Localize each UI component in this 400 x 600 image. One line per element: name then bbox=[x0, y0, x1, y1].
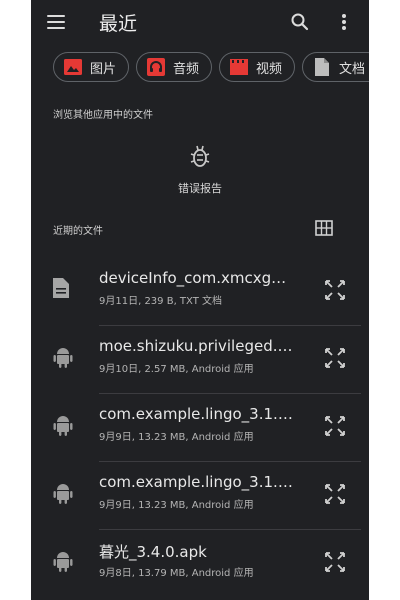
file-type-chips: 图片 音频 视频 文档 bbox=[31, 52, 369, 84]
grid-view-icon[interactable] bbox=[315, 220, 333, 236]
chip-label: 音频 bbox=[173, 61, 200, 77]
file-row[interactable]: com.example.lingo_3.1.8-... 9月9日, 13.23 … bbox=[31, 394, 369, 462]
file-row[interactable]: 暮光_3.4.0.apk 9月8日, 13.79 MB, Android 应用 bbox=[31, 530, 369, 598]
chip-label: 文档 bbox=[339, 61, 366, 77]
chip-audio[interactable]: 音频 bbox=[136, 52, 212, 82]
file-meta: 9月9日, 13.23 MB, Android 应用 bbox=[99, 500, 254, 511]
image-icon bbox=[64, 58, 82, 76]
file-name: deviceInfo_com.xmcxgn.zl... bbox=[99, 269, 295, 287]
expand-preview-icon[interactable] bbox=[323, 346, 347, 370]
search-icon[interactable] bbox=[289, 11, 311, 33]
bug-report-label: 错误报告 bbox=[178, 182, 222, 195]
file-row[interactable]: deviceInfo_com.xmcxgn.zl... 9月11日, 239 B… bbox=[31, 258, 369, 326]
audio-icon bbox=[147, 58, 165, 76]
chip-documents[interactable]: 文档 bbox=[302, 52, 369, 82]
files-app-screen: 最近 图片 音频 视频 文档 浏览其他应用中的文件 错误报告 近期的文件 dev… bbox=[31, 0, 369, 600]
file-name: com.example.lingo_3.1.8-... bbox=[99, 405, 295, 423]
app-bar: 最近 bbox=[31, 0, 369, 44]
document-icon bbox=[313, 58, 331, 76]
file-meta: 9月9日, 13.23 MB, Android 应用 bbox=[99, 432, 254, 443]
expand-preview-icon[interactable] bbox=[323, 414, 347, 438]
video-icon bbox=[230, 58, 248, 76]
chip-label: 视频 bbox=[256, 61, 283, 77]
file-row[interactable]: moe.shizuku.privileged.api... 9月10日, 2.5… bbox=[31, 326, 369, 394]
file-row[interactable]: com.example.lingo_3.1.8.... 9月9日, 13.23 … bbox=[31, 462, 369, 530]
page-title: 最近 bbox=[99, 13, 138, 35]
chip-videos[interactable]: 视频 bbox=[219, 52, 295, 82]
text-file-icon bbox=[53, 278, 73, 300]
android-icon bbox=[53, 482, 73, 504]
file-meta: 9月10日, 2.57 MB, Android 应用 bbox=[99, 364, 254, 375]
expand-preview-icon[interactable] bbox=[323, 550, 347, 574]
expand-preview-icon[interactable] bbox=[323, 482, 347, 506]
bug-report-icon bbox=[189, 144, 211, 168]
android-icon bbox=[53, 414, 73, 436]
android-icon bbox=[53, 346, 73, 368]
bug-report-source[interactable]: 错误报告 bbox=[31, 134, 369, 204]
browse-other-heading: 浏览其他应用中的文件 bbox=[53, 110, 153, 121]
file-meta: 9月11日, 239 B, TXT 文档 bbox=[99, 296, 222, 307]
expand-preview-icon[interactable] bbox=[323, 278, 347, 302]
file-meta: 9月8日, 13.79 MB, Android 应用 bbox=[99, 568, 254, 579]
chip-label: 图片 bbox=[90, 61, 117, 77]
file-name: 暮光_3.4.0.apk bbox=[99, 543, 207, 561]
file-name: com.example.lingo_3.1.8.... bbox=[99, 473, 295, 491]
recent-files-heading: 近期的文件 bbox=[53, 226, 103, 237]
file-name: moe.shizuku.privileged.api... bbox=[99, 337, 295, 355]
chip-images[interactable]: 图片 bbox=[53, 52, 129, 82]
more-vert-icon[interactable] bbox=[333, 11, 355, 33]
menu-icon[interactable] bbox=[45, 12, 67, 32]
android-icon bbox=[53, 550, 73, 572]
